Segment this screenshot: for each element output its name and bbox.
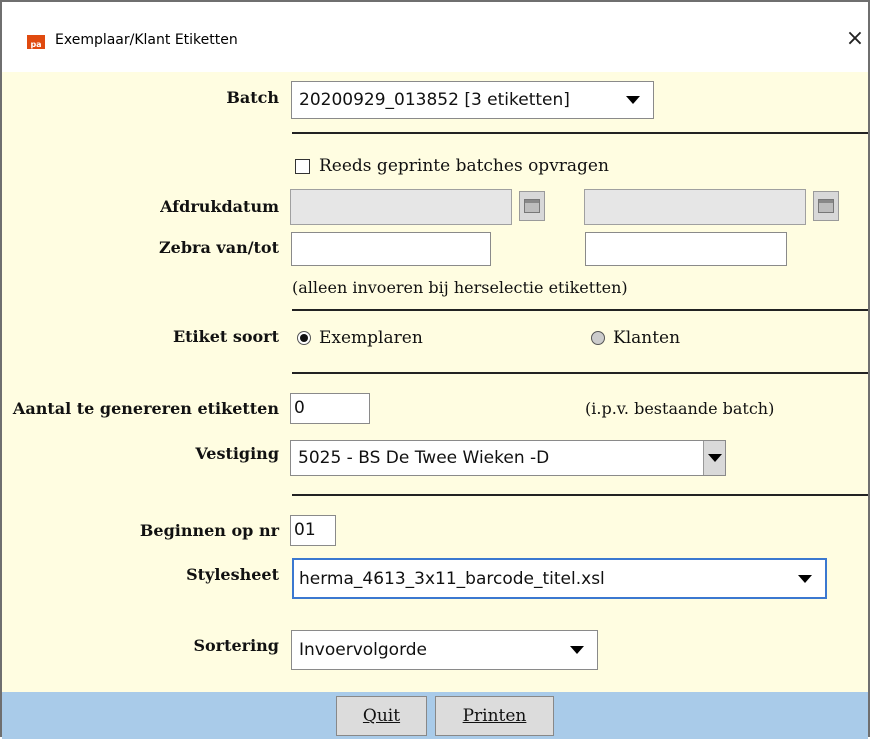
divider	[292, 372, 868, 374]
sort-value: Invoervolgorde	[299, 640, 428, 660]
close-button[interactable]: ×	[840, 24, 870, 54]
calendar-icon	[524, 199, 540, 213]
batch-label: Batch	[226, 88, 279, 107]
stylesheet-select[interactable]: herma_4613_3x11_barcode_titel.xsl	[292, 558, 827, 599]
radio-klanten-label: Klanten	[613, 328, 681, 348]
print-date-label: Afdrukdatum	[160, 197, 279, 216]
form-area: Batch 20200929_013852 [3 etiketten] Reed…	[2, 72, 868, 692]
app-icon-text: pa	[30, 40, 42, 49]
sort-select[interactable]: Invoervolgorde	[291, 630, 598, 670]
branch-select[interactable]: 5025 - BS De Twee Wieken -D	[290, 440, 726, 476]
stylesheet-value: herma_4613_3x11_barcode_titel.xsl	[299, 568, 605, 589]
start-value: 01	[294, 520, 316, 540]
batch-value: 20200929_013852 [3 etiketten]	[299, 90, 570, 110]
title-bar: pa Exemplaar/Klant Etiketten ×	[2, 2, 868, 72]
chevron-down-icon	[570, 646, 584, 654]
print-date-to-input[interactable]	[584, 189, 806, 225]
chevron-down-icon	[626, 96, 640, 104]
checkbox-icon[interactable]	[295, 158, 310, 174]
chevron-down-icon	[798, 574, 812, 583]
divider	[292, 309, 868, 311]
count-label: Aantal te genereren etiketten	[12, 399, 279, 418]
window-title: Exemplaar/Klant Etiketten	[55, 32, 238, 48]
stylesheet-label: Stylesheet	[186, 565, 279, 584]
branch-value: 5025 - BS De Twee Wieken -D	[298, 448, 550, 468]
sort-label: Sortering	[193, 636, 279, 655]
quit-label: Quit	[362, 706, 401, 726]
radio-exemplaren[interactable]: Exemplaren	[297, 328, 423, 348]
branch-dropdown-button[interactable]	[703, 441, 725, 475]
print-label: Printen	[462, 706, 527, 726]
radio-exemplaren-label: Exemplaren	[319, 328, 423, 348]
print-button[interactable]: Printen	[435, 696, 554, 736]
count-value: 0	[294, 398, 305, 418]
app-icon: pa	[27, 35, 45, 49]
calendar-button-from[interactable]	[519, 191, 545, 221]
print-date-from-input[interactable]	[290, 189, 512, 225]
start-label: Beginnen op nr	[139, 521, 279, 540]
batch-select[interactable]: 20200929_013852 [3 etiketten]	[291, 81, 654, 119]
zebra-from-input[interactable]	[291, 232, 491, 266]
calendar-button-to[interactable]	[813, 191, 839, 221]
zebra-note: (alleen invoeren bij herselectie etikett…	[292, 278, 628, 297]
count-input[interactable]: 0	[290, 393, 370, 424]
calendar-icon	[818, 199, 834, 213]
count-note: (i.p.v. bestaande batch)	[585, 399, 775, 418]
divider	[292, 494, 868, 496]
chevron-down-icon	[707, 454, 722, 462]
reprinted-checkbox-label: Reeds geprinte batches opvragen	[319, 156, 609, 176]
radio-unselected-icon[interactable]	[591, 331, 605, 345]
branch-label: Vestiging	[195, 444, 279, 463]
quit-button[interactable]: Quit	[336, 696, 427, 736]
radio-klanten[interactable]: Klanten	[591, 328, 680, 348]
button-bar: Quit Printen	[2, 692, 868, 739]
dialog-window: pa Exemplaar/Klant Etiketten × Batch 202…	[0, 0, 870, 739]
radio-selected-icon[interactable]	[297, 331, 311, 345]
divider	[292, 132, 868, 134]
reprinted-checkbox[interactable]: Reeds geprinte batches opvragen	[295, 156, 609, 176]
zebra-to-input[interactable]	[585, 232, 787, 266]
start-input[interactable]: 01	[290, 515, 336, 546]
label-type-label: Etiket soort	[172, 327, 279, 346]
zebra-label: Zebra van/tot	[158, 238, 279, 257]
